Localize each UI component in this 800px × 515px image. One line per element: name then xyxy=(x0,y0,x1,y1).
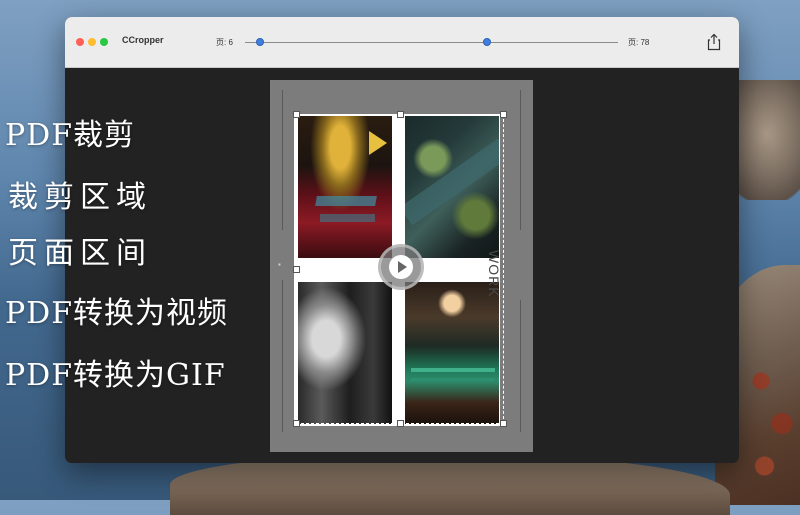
page-side-text: WORK xyxy=(486,250,502,298)
zoom-window-button[interactable] xyxy=(100,38,108,46)
wallpaper-foliage xyxy=(740,330,800,500)
app-window: CCropper 页: 6 页: 78 ▪ WORK xyxy=(65,17,739,463)
left-guide-bottom xyxy=(282,280,283,432)
crop-handle-top-right[interactable] xyxy=(500,111,507,118)
feature-label-page-range: 页面区间 xyxy=(8,236,152,271)
editor-canvas: ▪ WORK xyxy=(65,68,739,463)
crop-handle-bottom-right[interactable] xyxy=(500,420,507,427)
title-bar: CCropper 页: 6 页: 78 xyxy=(65,17,739,68)
range-start-label: 页: 6 xyxy=(216,38,233,47)
play-button[interactable] xyxy=(378,244,424,290)
page-range-fill xyxy=(259,42,488,43)
page-range-slider[interactable] xyxy=(245,38,618,46)
close-window-button[interactable] xyxy=(76,38,84,46)
range-start-thumb[interactable] xyxy=(255,38,264,46)
feature-label-pdf-crop: PDF裁剪 xyxy=(5,118,136,153)
right-guide-top xyxy=(520,90,521,230)
page-preview-area: ▪ WORK xyxy=(270,80,533,452)
feature-label-crop-area: 裁剪区域 xyxy=(8,180,152,215)
left-guide-handle-icon[interactable]: ▪ xyxy=(278,260,284,270)
crop-handle-bottom-left[interactable] xyxy=(293,420,300,427)
wallpaper-shore xyxy=(170,455,730,515)
feature-label-pdf-to-video: PDF转换为视频 xyxy=(5,296,229,331)
crop-handle-top-left[interactable] xyxy=(293,111,300,118)
crop-handle-bottom-middle[interactable] xyxy=(397,420,404,427)
left-guide-top xyxy=(282,90,283,230)
crop-handle-middle-left[interactable] xyxy=(293,266,300,273)
minimize-window-button[interactable] xyxy=(88,38,96,46)
right-guide-bottom xyxy=(520,300,521,432)
range-end-label: 页: 78 xyxy=(628,38,650,47)
crop-handle-top-middle[interactable] xyxy=(397,111,404,118)
share-icon[interactable] xyxy=(706,33,722,51)
range-end-thumb[interactable] xyxy=(483,38,492,46)
wallpaper-rock xyxy=(735,80,800,200)
app-title: CCropper xyxy=(122,35,164,45)
play-icon xyxy=(389,255,413,279)
feature-label-pdf-to-gif: PDF转换为GIF xyxy=(5,358,226,393)
